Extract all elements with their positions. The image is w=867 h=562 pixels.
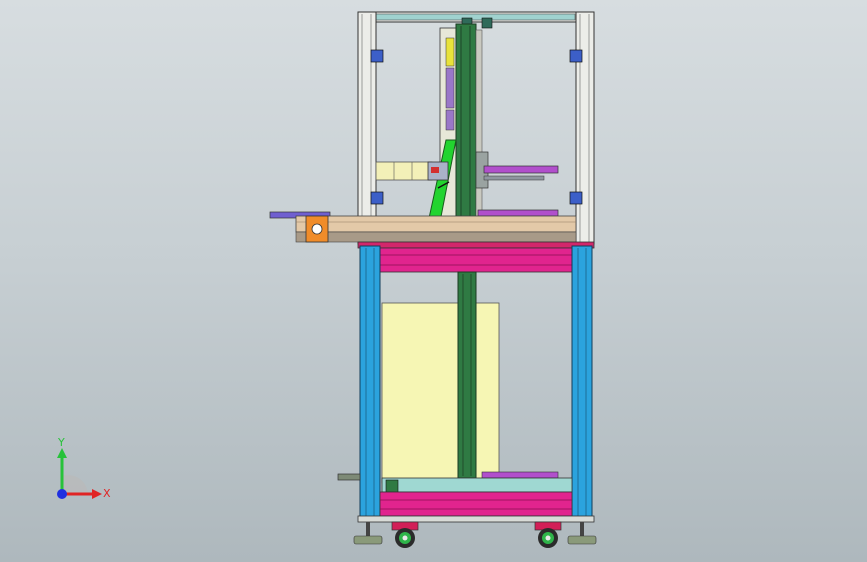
cad-graphics-viewport[interactable]: Y X: [0, 0, 867, 562]
foot-left: [353, 522, 383, 545]
z-axis-dot: [57, 489, 67, 499]
machine-frame-model[interactable]: [0, 0, 867, 562]
magenta-beam-top: [357, 241, 595, 273]
caster-right: [534, 521, 562, 548]
x-axis-label: X: [103, 487, 111, 500]
coordinate-triad: Y X: [57, 436, 111, 500]
lower-column: [457, 271, 477, 479]
foot-right: [567, 522, 597, 545]
horizontal-slide: [269, 211, 577, 243]
caster-left: [391, 521, 419, 548]
vertical-column: [439, 23, 483, 237]
y-axis-label: Y: [57, 436, 65, 449]
yellow-panel: [381, 302, 500, 484]
yellow-motor-block: [375, 161, 449, 181]
